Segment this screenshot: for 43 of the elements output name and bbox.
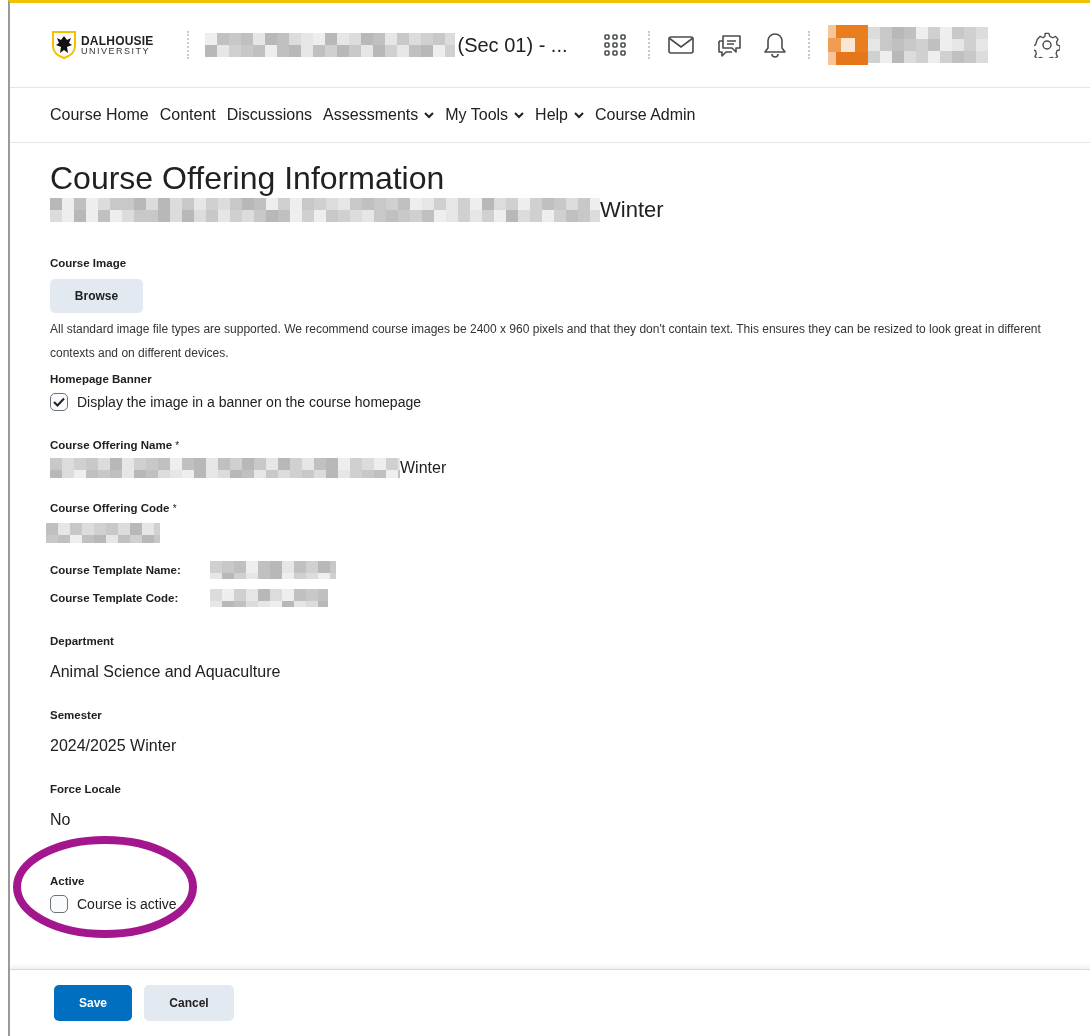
checkbox[interactable]: [50, 393, 68, 411]
field-label: Course Image: [50, 256, 128, 271]
browse-button[interactable]: Browse: [50, 279, 143, 313]
help-text: All standard image file types are supported. We recommend course images be 2400 x 960 pixels and that they don't contain text. This ensures they can be resized to look great in different contexts and on different devices.: [50, 321, 1042, 362]
required-mark: *: [175, 440, 180, 451]
page-subtitle: Winter: [600, 197, 664, 223]
bell-icon[interactable]: [763, 32, 786, 58]
mail-icon[interactable]: [667, 36, 694, 54]
field-label: Course Template Code:: [50, 591, 180, 606]
checkbox-label: Course is active: [77, 896, 177, 912]
field-label: Force Locale: [50, 782, 122, 797]
logo-subtitle: UNIVERSITY: [81, 46, 151, 56]
field-value: Winter: [400, 459, 447, 477]
course-title[interactable]: (Sec 01) - ...: [457, 33, 568, 57]
field-value: Animal Science and Aquaculture: [50, 663, 282, 681]
field-label: Homepage Banner: [50, 372, 153, 387]
nav-link[interactable]: Course Admin: [595, 106, 696, 124]
field-label: Course Offering Name: [50, 439, 173, 451]
grid-icon[interactable]: [603, 34, 626, 56]
field-label: Course Template Name:: [50, 563, 182, 578]
nav-link[interactable]: Help: [535, 106, 584, 124]
settings-icon[interactable]: [1034, 32, 1060, 58]
field-label: Department: [50, 634, 115, 649]
save-button[interactable]: Save: [54, 985, 132, 1021]
field-label: Course Offering Code: [50, 502, 170, 514]
nav-link[interactable]: Assessments: [323, 106, 435, 124]
logo-name: DALHOUSIE: [81, 34, 154, 47]
field-label: Active: [50, 874, 86, 889]
crest-icon: [52, 31, 76, 59]
chat-icon[interactable]: [715, 32, 742, 58]
nav-link[interactable]: My Tools: [445, 106, 525, 124]
nav-link[interactable]: Discussions: [226, 106, 313, 124]
nav-link[interactable]: Course Home: [50, 106, 149, 124]
field-label: Semester: [50, 708, 103, 723]
checkbox-label: Display the image in a banner on the course homepage: [77, 394, 421, 410]
checkbox[interactable]: [50, 895, 68, 913]
cancel-button[interactable]: Cancel: [144, 985, 234, 1021]
required-mark: *: [172, 503, 177, 514]
avatar-icon[interactable]: [827, 25, 868, 65]
page-title: Course Offering Information: [50, 159, 446, 197]
field-value: No: [50, 811, 72, 829]
field-value: 2024/2025 Winter: [50, 737, 178, 755]
nav-link[interactable]: Content: [159, 106, 216, 124]
